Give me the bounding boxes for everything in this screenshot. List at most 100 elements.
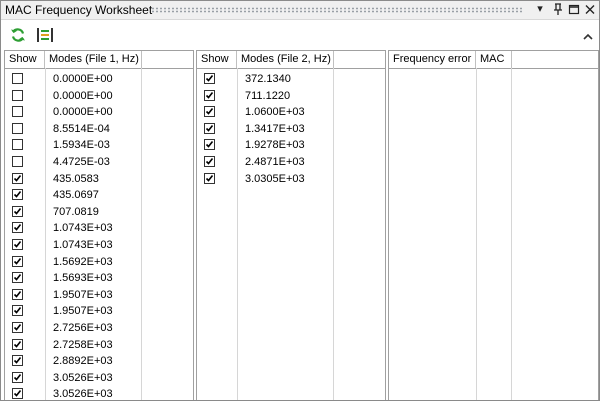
mode-frequency-value: 1.9507E+03	[53, 305, 113, 318]
mode-frequency-value: 0.0000E+00	[53, 106, 113, 119]
frequency-error-column-header[interactable]: Frequency error	[389, 51, 476, 68]
mode-frequency-value: 2.7256E+03	[53, 322, 113, 334]
mode-frequency-value: 435.0697	[53, 189, 99, 202]
mode-frequency-value: 4.4725E-03	[53, 156, 110, 168]
mode-frequency-value: 3.0305E+03	[245, 172, 305, 185]
mac-column-header[interactable]: MAC	[476, 51, 512, 68]
table-row: 3.0526E+03	[5, 386, 193, 401]
table-row: 0.0000E+00	[5, 71, 193, 87]
mode-frequency-value: 707.0819	[53, 205, 99, 218]
table-row: 1.9507E+03	[5, 303, 193, 319]
table-row: 1.9507E+03	[5, 287, 193, 303]
table-row: 2.7258E+03	[5, 337, 193, 353]
mode-frequency-value: 2.8892E+03	[53, 355, 113, 368]
mode-frequency-value: 372.1340	[245, 73, 291, 85]
toolbar	[1, 20, 599, 50]
table-row: 1.9278E+03	[197, 137, 385, 153]
table-row: 1.0600E+03	[197, 104, 385, 120]
refresh-icon[interactable]	[8, 25, 28, 45]
mode-frequency-value: 2.7258E+03	[53, 338, 113, 351]
show-checkbox[interactable]	[12, 322, 23, 333]
title-bar: MAC Frequency Worksheet ▾	[1, 1, 599, 20]
mode-frequency-value: 711.1220	[245, 89, 291, 102]
show-checkbox[interactable]	[12, 305, 23, 317]
table-row: 711.1220	[197, 88, 385, 104]
table-row: 435.0583	[5, 171, 193, 187]
show-checkbox[interactable]	[12, 205, 23, 217]
drag-grip[interactable]	[151, 7, 523, 13]
comparison-header: Frequency error MAC	[389, 51, 598, 69]
mode-frequency-value: 435.0583	[53, 172, 99, 185]
table-row: 1.0743E+03	[5, 237, 193, 253]
show-checkbox[interactable]	[12, 371, 23, 383]
file2-header: Show Modes (File 2, Hz)	[197, 51, 385, 69]
pair-modes-icon[interactable]	[35, 25, 55, 45]
show-checkbox[interactable]	[12, 388, 23, 400]
mode-frequency-value: 1.0743E+03	[53, 222, 113, 235]
show-checkbox[interactable]	[12, 156, 23, 167]
table-row: 1.0743E+03	[5, 220, 193, 236]
file1-modes-panel: Show Modes (File 1, Hz) 0.0000E+00 0.0000…	[4, 50, 194, 401]
table-row: 1.3417E+03	[197, 121, 385, 137]
mac-frequency-worksheet-window: MAC Frequency Worksheet ▾ Show Modes (Fi…	[0, 0, 600, 401]
show-checkbox[interactable]	[12, 355, 23, 367]
show-checkbox[interactable]	[12, 239, 23, 250]
table-row: 435.0697	[5, 187, 193, 203]
mode-frequency-value: 2.4871E+03	[245, 156, 305, 168]
show-checkbox[interactable]	[12, 139, 23, 151]
modes-column-header[interactable]: Modes (File 2, Hz)	[237, 51, 334, 68]
table-row: 4.4725E-03	[5, 154, 193, 170]
show-checkbox[interactable]	[12, 172, 23, 184]
mode-frequency-value: 1.0743E+03	[53, 239, 113, 251]
table-row: 8.5514E-04	[5, 121, 193, 137]
file1-header: Show Modes (File 1, Hz)	[5, 51, 193, 69]
show-checkbox[interactable]	[204, 73, 215, 84]
table-row: 372.1340	[197, 71, 385, 87]
table-row: 0.0000E+00	[5, 88, 193, 104]
restore-icon[interactable]	[567, 2, 581, 17]
show-checkbox[interactable]	[12, 122, 23, 134]
pin-icon[interactable]	[551, 2, 565, 17]
show-checkbox[interactable]	[12, 255, 23, 267]
show-checkbox[interactable]	[204, 122, 215, 134]
table-row: 3.0305E+03	[197, 171, 385, 187]
show-checkbox[interactable]	[204, 156, 215, 167]
mode-frequency-value: 1.9278E+03	[245, 139, 305, 152]
mode-frequency-value: 3.0526E+03	[53, 371, 113, 384]
show-checkbox[interactable]	[204, 172, 215, 184]
table-row: 0.0000E+00	[5, 104, 193, 120]
mode-frequency-value: 1.0600E+03	[245, 106, 305, 119]
mode-frequency-value: 3.0526E+03	[53, 388, 113, 401]
show-checkbox[interactable]	[12, 106, 23, 118]
show-checkbox[interactable]	[12, 189, 23, 201]
mode-frequency-value: 1.9507E+03	[53, 288, 113, 301]
mode-frequency-value: 1.5693E+03	[53, 272, 113, 285]
table-row: 1.5692E+03	[5, 254, 193, 270]
table-row: 2.8892E+03	[5, 353, 193, 369]
table-row: 707.0819	[5, 204, 193, 220]
close-icon[interactable]	[583, 2, 597, 17]
file2-modes-panel: Show Modes (File 2, Hz) 372.1340 711.1220…	[196, 50, 386, 400]
show-checkbox[interactable]	[12, 288, 23, 300]
chevron-down-icon[interactable]: ▾	[533, 2, 547, 17]
table-row: 2.4871E+03	[197, 154, 385, 170]
show-checkbox[interactable]	[204, 139, 215, 151]
show-checkbox[interactable]	[12, 338, 23, 350]
show-column-header[interactable]: Show	[5, 51, 45, 68]
show-checkbox[interactable]	[12, 73, 23, 84]
show-checkbox[interactable]	[12, 89, 23, 101]
table-row: 3.0526E+03	[5, 370, 193, 386]
show-checkbox[interactable]	[12, 272, 23, 284]
modes-column-header[interactable]: Modes (File 1, Hz)	[45, 51, 142, 68]
mode-frequency-value: 8.5514E-04	[53, 122, 110, 135]
window-title: MAC Frequency Worksheet	[5, 3, 153, 17]
show-checkbox[interactable]	[204, 106, 215, 118]
mode-frequency-value: 1.5692E+03	[53, 255, 113, 268]
show-checkbox[interactable]	[204, 89, 215, 101]
table-row: 1.5934E-03	[5, 137, 193, 153]
mode-frequency-value: 0.0000E+00	[53, 73, 113, 85]
show-column-header[interactable]: Show	[197, 51, 237, 68]
scroll-up-icon[interactable]	[580, 29, 596, 45]
mode-frequency-value: 1.5934E-03	[53, 139, 110, 152]
show-checkbox[interactable]	[12, 222, 23, 234]
